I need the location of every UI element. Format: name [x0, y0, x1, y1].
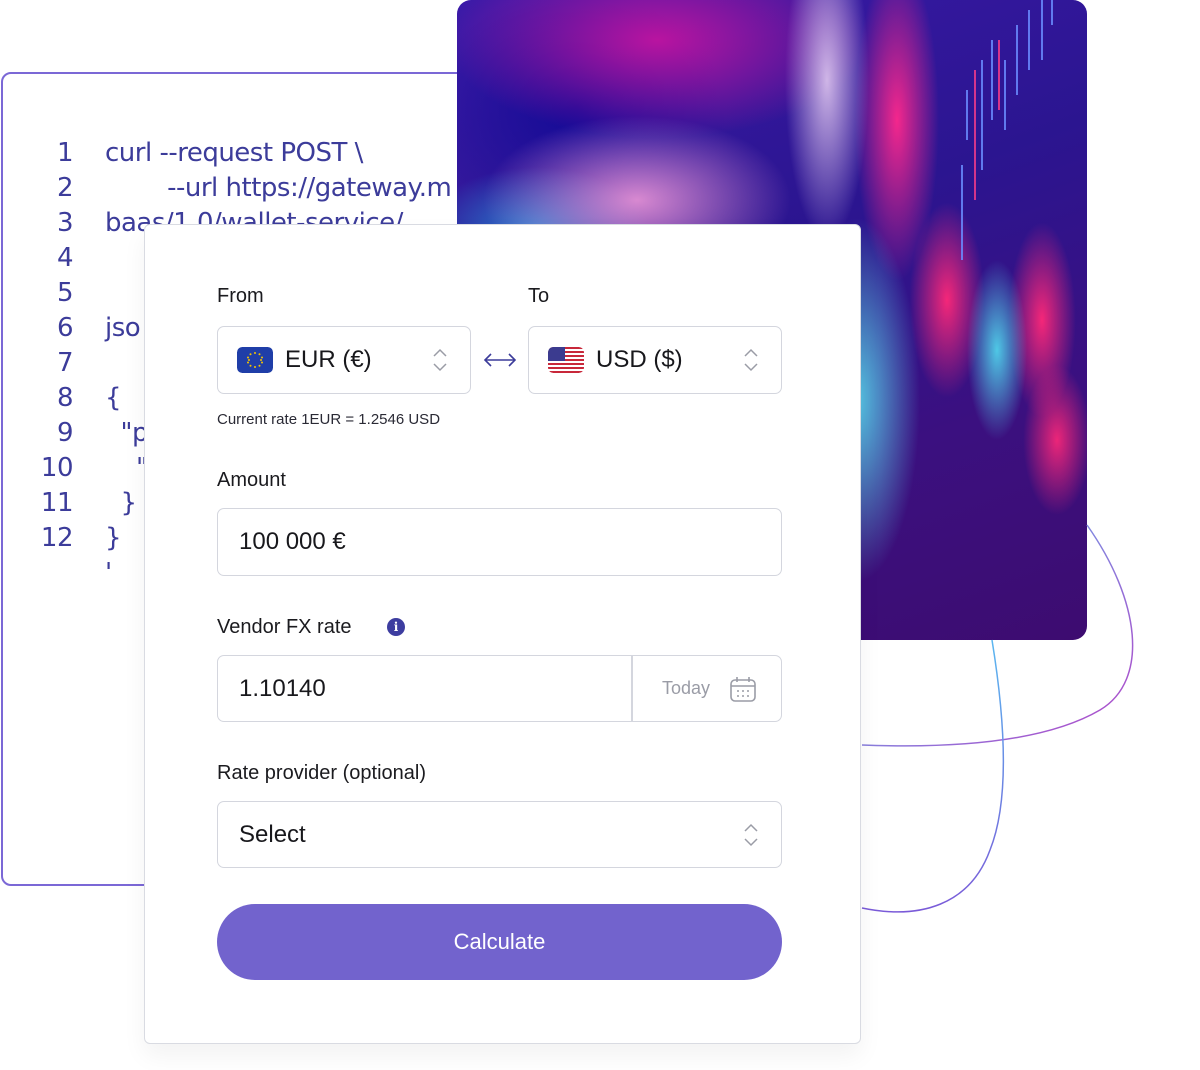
code-text: ": [105, 453, 148, 483]
code-text: ': [105, 558, 112, 588]
eu-flag-icon: [237, 347, 273, 373]
line-number: 8: [56, 383, 74, 413]
chevron-up-down-icon: [433, 348, 447, 372]
line-number: 3: [56, 208, 74, 238]
amount-label: Amount: [217, 469, 286, 491]
line-number: [33, 556, 73, 591]
code-line: 1 curl --request POST \: [33, 136, 451, 171]
code-text: "p: [105, 418, 149, 448]
line-number: 5: [56, 278, 74, 308]
line-number: 2: [56, 173, 74, 203]
line-number: 10: [40, 453, 74, 483]
code-text: curl --request POST \: [105, 138, 363, 168]
amount-value: 100 000 €: [239, 528, 346, 555]
code-text: }: [105, 523, 122, 553]
code-line: 2 --url https://gateway.m: [33, 171, 452, 206]
rate-provider-label: Rate provider (optional): [217, 762, 426, 784]
current-rate-text: Current rate 1EUR = 1.2546 USD: [217, 411, 441, 428]
to-currency-value: USD ($): [596, 346, 683, 373]
code-text: }: [105, 488, 138, 518]
to-currency-select[interactable]: USD ($): [528, 326, 782, 394]
from-label: From: [217, 285, 264, 307]
rate-provider-value: Select: [239, 820, 306, 848]
to-label: To: [528, 285, 550, 307]
info-icon[interactable]: i: [387, 618, 405, 636]
swap-arrows-icon[interactable]: [482, 350, 518, 370]
vendor-fx-value: 1.10140: [239, 674, 326, 702]
line-number: 9: [56, 418, 74, 448]
amount-input[interactable]: 100 000 €: [217, 508, 782, 576]
calendar-icon[interactable]: [729, 675, 757, 703]
line-number: 11: [40, 488, 74, 518]
line-number: 12: [40, 523, 74, 553]
line-number: 7: [56, 348, 74, 378]
vendor-fx-input[interactable]: 1.10140 Today: [217, 655, 782, 722]
chevron-up-down-icon: [744, 823, 758, 846]
code-text: jso: [105, 313, 141, 343]
currency-converter-form: From To EUR (€) USD ($) Current rate 1EU…: [144, 224, 861, 1044]
rate-provider-select[interactable]: Select: [217, 801, 782, 868]
date-today-label[interactable]: Today: [662, 678, 710, 699]
field-divider: [631, 656, 633, 721]
line-number: 4: [56, 243, 74, 273]
calculate-button[interactable]: Calculate: [217, 904, 782, 980]
code-text: {: [105, 383, 122, 413]
code-text: --url https://gateway.m: [105, 173, 452, 203]
from-currency-value: EUR (€): [285, 346, 372, 373]
vendor-fx-label: Vendor FX rate: [217, 616, 352, 638]
line-number: 6: [56, 313, 74, 343]
us-flag-icon: [548, 347, 584, 373]
candlestick-wicks-decoration: [961, 0, 1053, 260]
from-currency-select[interactable]: EUR (€): [217, 326, 471, 394]
line-number: 1: [56, 138, 74, 168]
chevron-up-down-icon: [744, 348, 758, 372]
